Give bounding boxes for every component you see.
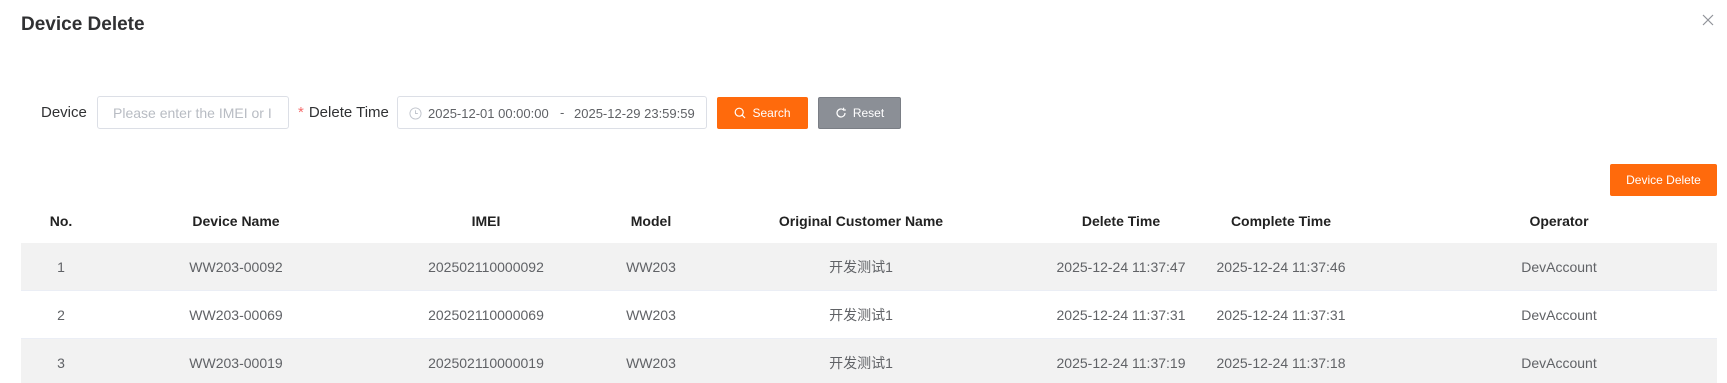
cell-no: 2 [57, 306, 65, 323]
column-header-complete-time: Complete Time [1230, 213, 1332, 229]
table-row[interactable]: 2 WW203-00069 202502110000069 WW203 开发测试… [21, 291, 1717, 339]
cell-device-name: WW203-00019 [189, 354, 283, 371]
cell-device-name: WW203-00092 [189, 258, 283, 275]
delete-time-label: * Delete Time [298, 104, 389, 121]
header-row: No. Device Name IMEI Model Original Cust… [21, 199, 1717, 243]
cell-complete-time: 2025-12-24 11:37:18 [1216, 354, 1346, 371]
cell-no: 1 [57, 258, 65, 275]
cell-complete-time: 2025-12-24 11:37:46 [1216, 258, 1346, 275]
table-body: 1 WW203-00092 202502110000092 WW203 开发测试… [21, 243, 1717, 383]
filter-bar: Device *Delete Time 2025-12-01 00:00:00 … [0, 96, 1727, 130]
column-header-model: Model [630, 213, 672, 229]
device-delete-table: No. Device Name IMEI Model Original Cust… [21, 199, 1717, 383]
cell-operator: DevAccount [1521, 306, 1597, 323]
search-icon [735, 107, 746, 119]
cell-model: WW203 [626, 354, 676, 371]
reset-button-label: Reset [852, 106, 885, 120]
device-label: Device [41, 104, 87, 121]
cell-original-customer-name: 开发测试1 [829, 354, 893, 371]
refresh-icon [836, 107, 846, 118]
search-button[interactable]: Search [717, 97, 808, 129]
date-end[interactable]: 2025-12-29 23:59:59 [574, 106, 695, 121]
cell-model: WW203 [626, 306, 676, 323]
cell-operator: DevAccount [1521, 258, 1597, 275]
column-header-original-customer-name: Original Customer Name [778, 213, 944, 229]
clock-icon [409, 107, 422, 120]
table-header: No. Device Name IMEI Model Original Cust… [21, 199, 1717, 243]
reset-button[interactable]: Reset [818, 97, 901, 129]
device-input[interactable] [97, 96, 289, 129]
delete-time-label-text: Delete Time [308, 104, 389, 121]
cell-model: WW203 [626, 258, 676, 275]
cell-imei: 202502110000019 [428, 354, 544, 371]
column-header-device-name: Device Name [192, 213, 280, 229]
cell-device-name: WW203-00069 [189, 306, 283, 323]
column-header-operator: Operator [1529, 213, 1589, 229]
cell-complete-time: 2025-12-24 11:37:31 [1216, 306, 1346, 323]
table-row[interactable]: 1 WW203-00092 202502110000092 WW203 开发测试… [21, 243, 1717, 291]
cell-original-customer-name: 开发测试1 [829, 258, 893, 275]
required-asterisk: * [298, 104, 304, 121]
cell-imei: 202502110000092 [428, 258, 544, 275]
cell-imei: 202502110000069 [428, 306, 544, 323]
search-button-label: Search [752, 106, 791, 120]
cell-original-customer-name: 开发测试1 [829, 306, 893, 323]
column-header-imei: IMEI [471, 213, 501, 229]
dialog-title: Device Delete [21, 14, 145, 35]
date-separator: - [560, 105, 565, 120]
table-row[interactable]: 3 WW203-00019 202502110000019 WW203 开发测试… [21, 339, 1717, 383]
column-header-no: No. [49, 213, 73, 229]
close-icon[interactable] [1700, 12, 1716, 28]
cell-no: 3 [57, 354, 65, 371]
device-delete-button[interactable]: Device Delete [1610, 164, 1717, 196]
delete-time-range-picker[interactable]: 2025-12-01 00:00:00 - 2025-12-29 23:59:5… [397, 96, 707, 129]
cell-operator: DevAccount [1521, 354, 1597, 371]
date-start[interactable]: 2025-12-01 00:00:00 [428, 106, 549, 121]
